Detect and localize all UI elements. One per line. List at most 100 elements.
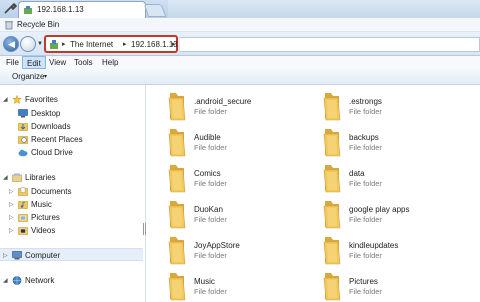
tree-label: Network (25, 276, 55, 285)
file-list: .android_secure File folder .estrongs File … (147, 85, 480, 302)
folder-icon (168, 129, 186, 157)
documents-icon (18, 187, 28, 196)
tree-label: Recent Places (31, 135, 83, 144)
breadcrumb-separator-icon[interactable]: ▸ (172, 40, 176, 48)
tree-favorites[interactable]: ◢ Favorites (0, 93, 140, 106)
folder-item[interactable]: Pictures File folder (322, 271, 472, 301)
tree-item-downloads[interactable]: Downloads (0, 120, 140, 133)
folder-item[interactable]: DuoKan File folder (167, 199, 317, 229)
tree-libraries[interactable]: ◢ Libraries (0, 171, 140, 184)
tree-computer[interactable]: ▷ Computer (0, 248, 143, 261)
tab-title: 192.168.1.13 (37, 5, 84, 14)
menu-view[interactable]: View (45, 56, 70, 69)
tree-label: Desktop (31, 109, 61, 118)
tree-label: Cloud Drive (31, 148, 73, 157)
network-share-icon (24, 6, 32, 14)
folder-icon (323, 129, 341, 157)
breadcrumb-separator-icon[interactable]: ▸ (123, 40, 127, 48)
collapse-arrow-icon[interactable]: ▷ (9, 227, 14, 234)
command-bar: Organize ▾ (0, 69, 480, 85)
expand-arrow-icon[interactable]: ◢ (3, 277, 8, 284)
folder-name: Pictures (349, 277, 378, 286)
menu-file[interactable]: File (2, 56, 23, 69)
folder-icon (168, 273, 186, 301)
navigation-bar: ◀ ▼ ▸ The Internet ▸ 192.168.1.13 ▸ (0, 32, 480, 56)
tree-item-music[interactable]: ▷ Music (0, 198, 140, 211)
folder-type: File folder (349, 251, 382, 260)
folder-item[interactable]: kindleupdates File folder (322, 235, 472, 265)
expand-arrow-icon[interactable]: ◢ (3, 174, 8, 181)
new-tab-button[interactable] (143, 4, 167, 17)
wrench-icon[interactable] (3, 3, 17, 15)
pane-splitter-handle[interactable] (143, 223, 146, 235)
address-bar[interactable]: ▸ The Internet ▸ 192.168.1.13 ▸ (44, 35, 178, 53)
recycle-bin-link[interactable]: Recycle Bin (17, 20, 59, 29)
collapse-arrow-icon[interactable]: ▷ (9, 188, 14, 195)
tree-item-desktop[interactable]: Desktop (0, 107, 140, 120)
folder-type: File folder (349, 107, 382, 116)
folder-item[interactable]: .estrongs File folder (322, 91, 472, 121)
network-icon (12, 276, 22, 285)
tree-label: Libraries (25, 173, 56, 182)
collapse-arrow-icon[interactable]: ▷ (9, 214, 14, 221)
folder-item[interactable]: backups File folder (322, 127, 472, 157)
browser-tab[interactable]: 192.168.1.13 (18, 1, 146, 18)
folder-type: File folder (349, 179, 382, 188)
organize-dropdown-icon[interactable]: ▾ (44, 73, 47, 80)
videos-icon (18, 227, 28, 235)
expand-arrow-icon[interactable]: ◢ (3, 96, 8, 103)
folder-type: File folder (194, 287, 227, 296)
folder-type: File folder (349, 215, 382, 224)
tree-label: Pictures (31, 213, 60, 222)
navigation-pane: ◢ Favorites Desktop Downloads Recent Pla… (0, 85, 146, 302)
tree-label: Downloads (31, 122, 71, 131)
history-dropdown-icon[interactable]: ▼ (37, 41, 43, 47)
folder-icon (168, 201, 186, 229)
folder-item[interactable]: Music File folder (167, 271, 317, 301)
folder-name: data (349, 169, 365, 178)
menu-tools[interactable]: Tools (70, 56, 97, 69)
folder-item[interactable]: JoyAppStore File folder (167, 235, 317, 265)
recent-places-icon (18, 136, 28, 144)
collapse-arrow-icon[interactable]: ▷ (9, 201, 14, 208)
star-icon (12, 95, 22, 104)
forward-button[interactable] (20, 36, 36, 52)
address-bar-extension[interactable] (180, 37, 480, 52)
folder-type: File folder (194, 215, 227, 224)
folder-item[interactable]: google play apps File folder (322, 199, 472, 229)
recycle-bin-icon (5, 21, 13, 30)
menu-help[interactable]: Help (98, 56, 122, 69)
desktop-icon (18, 109, 28, 118)
folder-item[interactable]: Comics File folder (167, 163, 317, 193)
breadcrumb-ip-address[interactable]: 192.168.1.13 (131, 40, 178, 49)
folder-name: Comics (194, 169, 221, 178)
folder-name: Music (194, 277, 215, 286)
tree-item-documents[interactable]: ▷ Documents (0, 185, 140, 198)
tree-item-recent-places[interactable]: Recent Places (0, 133, 140, 146)
tree-item-cloud-drive[interactable]: Cloud Drive (0, 146, 140, 159)
tree-label: Computer (25, 251, 61, 260)
computer-icon (12, 251, 22, 260)
folder-name: backups (349, 133, 379, 142)
tree-network[interactable]: ◢ Network (0, 274, 140, 287)
tree-item-videos[interactable]: ▷ Videos (0, 224, 140, 237)
back-button[interactable]: ◀ (3, 36, 19, 52)
organize-button[interactable]: Organize (12, 72, 44, 81)
menu-edit[interactable]: Edit (22, 56, 46, 69)
collapse-arrow-icon[interactable]: ▷ (3, 252, 8, 259)
folder-name: .android_secure (194, 97, 252, 106)
folder-type: File folder (349, 143, 382, 152)
downloads-folder-icon (18, 123, 28, 131)
back-arrow-icon: ◀ (8, 39, 15, 49)
breadcrumb-separator-icon[interactable]: ▸ (62, 40, 66, 48)
folder-item[interactable]: Audible File folder (167, 127, 317, 157)
folder-icon (323, 273, 341, 301)
folder-item[interactable]: .android_secure File folder (167, 91, 317, 121)
folder-type: File folder (194, 179, 227, 188)
network-share-icon (50, 40, 58, 49)
folder-name: DuoKan (194, 205, 223, 214)
tree-item-pictures[interactable]: ▷ Pictures (0, 211, 140, 224)
breadcrumb-the-internet[interactable]: The Internet (70, 40, 113, 49)
folder-name: JoyAppStore (194, 241, 240, 250)
folder-item[interactable]: data File folder (322, 163, 472, 193)
